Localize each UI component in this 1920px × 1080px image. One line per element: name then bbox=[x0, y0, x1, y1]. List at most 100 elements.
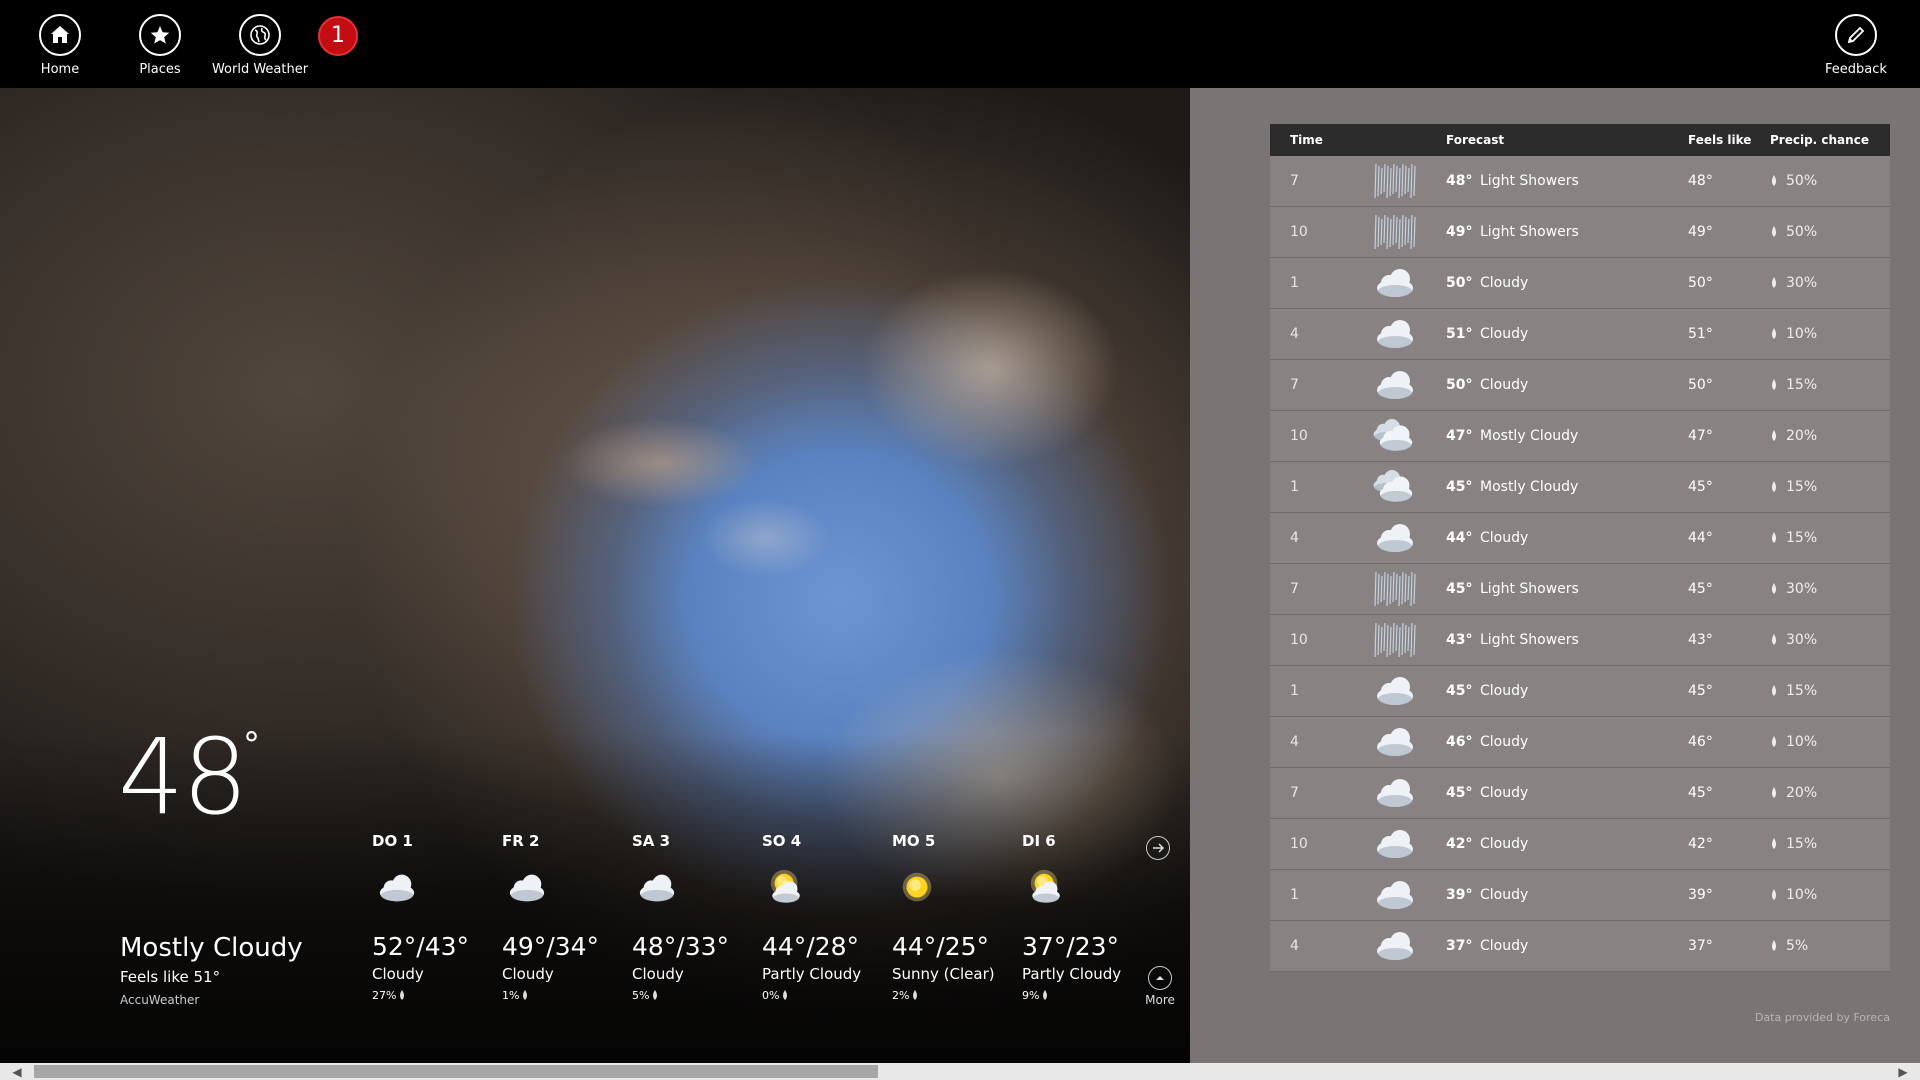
row-time: 10 bbox=[1290, 224, 1308, 240]
row-precip-value: 10% bbox=[1786, 326, 1818, 342]
partly-cloudy-icon bbox=[1022, 868, 1072, 908]
day-precip-value: 5% bbox=[632, 989, 650, 1002]
scroll-thumb[interactable] bbox=[34, 1065, 878, 1078]
places-button[interactable]: Places bbox=[110, 14, 210, 77]
home-icon bbox=[39, 14, 81, 56]
day-precip: 5% bbox=[632, 989, 752, 1002]
more-button[interactable]: More bbox=[1140, 966, 1180, 1007]
degree-symbol: ° bbox=[243, 725, 260, 765]
row-precip-value: 10% bbox=[1786, 734, 1818, 750]
current-conditions: 48 ° bbox=[118, 725, 260, 829]
daily-forecast-item[interactable]: DO 1 52°/43° Cloudy 27% bbox=[372, 832, 492, 1002]
raindrop-icon bbox=[1772, 634, 1776, 645]
row-condition: Mostly Cloudy bbox=[1480, 479, 1579, 495]
next-arrow-button[interactable] bbox=[1146, 836, 1170, 860]
row-condition: Cloudy bbox=[1480, 275, 1529, 291]
row-time: 4 bbox=[1290, 530, 1299, 546]
table-row: 4 37° Cloudy 37° 5% bbox=[1270, 921, 1890, 972]
row-precip: 30% bbox=[1770, 275, 1817, 291]
row-condition: Cloudy bbox=[1480, 377, 1529, 393]
day-temp-range: 49°/34° bbox=[502, 932, 600, 961]
day-temp-range: 48°/33° bbox=[632, 932, 730, 961]
raindrop-icon bbox=[783, 990, 788, 1000]
row-precip: 15% bbox=[1770, 530, 1817, 546]
raindrop-icon bbox=[1043, 990, 1048, 1000]
header-feels: Feels like bbox=[1688, 133, 1752, 147]
more-label: More bbox=[1145, 993, 1175, 1007]
row-condition: Cloudy bbox=[1480, 887, 1529, 903]
row-precip-value: 30% bbox=[1786, 581, 1818, 597]
day-precip-value: 0% bbox=[762, 989, 780, 1002]
cloudy-icon bbox=[1370, 925, 1420, 967]
row-precip: 10% bbox=[1770, 326, 1817, 342]
cloudy-icon bbox=[1370, 517, 1420, 559]
scroll-left-arrow-icon[interactable]: ◀ bbox=[0, 1063, 34, 1080]
day-temp-range: 44°/28° bbox=[762, 932, 860, 961]
row-feels-like: 44° bbox=[1688, 530, 1713, 546]
table-row: 10 47° Mostly Cloudy 47° 20% bbox=[1270, 411, 1890, 462]
row-temp: 46° bbox=[1446, 734, 1473, 750]
places-label: Places bbox=[139, 62, 181, 77]
world-weather-button[interactable]: World Weather bbox=[210, 14, 310, 77]
row-precip-value: 50% bbox=[1786, 173, 1818, 189]
table-row: 10 49° Light Showers 49° 50% bbox=[1270, 207, 1890, 258]
row-temp: 44° bbox=[1446, 530, 1473, 546]
row-time: 4 bbox=[1290, 938, 1299, 954]
table-row: 1 45° Mostly Cloudy 45° 15% bbox=[1270, 462, 1890, 513]
raindrop-icon bbox=[1772, 226, 1776, 237]
row-time: 7 bbox=[1290, 173, 1299, 189]
feedback-label: Feedback bbox=[1825, 62, 1887, 77]
cloudy-icon bbox=[1370, 313, 1420, 355]
day-name: SA 3 bbox=[632, 832, 671, 850]
pencil-icon bbox=[1835, 14, 1877, 56]
row-precip-value: 20% bbox=[1786, 428, 1818, 444]
cloudy-icon bbox=[1370, 670, 1420, 712]
day-name: DI 6 bbox=[1022, 832, 1056, 850]
row-feels-like: 51° bbox=[1688, 326, 1713, 342]
day-name: FR 2 bbox=[502, 832, 540, 850]
row-time: 4 bbox=[1290, 734, 1299, 750]
raindrop-icon bbox=[1772, 940, 1776, 951]
data-provider[interactable]: Data provided by Foreca bbox=[1755, 1011, 1890, 1024]
day-name: MO 5 bbox=[892, 832, 936, 850]
row-temp: 48° bbox=[1446, 173, 1473, 189]
row-condition: Light Showers bbox=[1480, 173, 1579, 189]
row-precip: 50% bbox=[1770, 224, 1817, 240]
row-temp: 45° bbox=[1446, 785, 1473, 801]
notification-badge[interactable]: 1 bbox=[318, 16, 358, 56]
row-condition: Cloudy bbox=[1480, 326, 1529, 342]
provider-label[interactable]: AccuWeather bbox=[120, 993, 199, 1007]
row-temp: 37° bbox=[1446, 938, 1473, 954]
table-body: 7 48° Light Showers 48° 50% 10 49° Light… bbox=[1270, 156, 1890, 972]
raindrop-icon bbox=[400, 990, 405, 1000]
raindrop-icon bbox=[523, 990, 528, 1000]
day-precip-value: 1% bbox=[502, 989, 520, 1002]
daily-forecast-item[interactable]: MO 5 44°/25° Sunny (Clear) 2% bbox=[892, 832, 1012, 1002]
row-condition: Cloudy bbox=[1480, 836, 1529, 852]
chevron-up-icon bbox=[1148, 966, 1172, 990]
row-feels-like: 42° bbox=[1688, 836, 1713, 852]
row-temp: 42° bbox=[1446, 836, 1473, 852]
feedback-button[interactable]: Feedback bbox=[1806, 14, 1906, 77]
day-condition: Partly Cloudy bbox=[1022, 965, 1122, 983]
table-row: 7 45° Light Showers 45° 30% bbox=[1270, 564, 1890, 615]
row-temp: 39° bbox=[1446, 887, 1473, 903]
cloudy-icon bbox=[1370, 823, 1420, 865]
home-button[interactable]: Home bbox=[10, 14, 110, 77]
globe-icon bbox=[239, 14, 281, 56]
daily-forecast-item[interactable]: FR 2 49°/34° Cloudy 1% bbox=[502, 832, 622, 1002]
row-feels-like: 45° bbox=[1688, 581, 1713, 597]
row-precip: 50% bbox=[1770, 173, 1817, 189]
cloudy-icon bbox=[1370, 364, 1420, 406]
raindrop-icon bbox=[1772, 532, 1776, 543]
row-temp: 49° bbox=[1446, 224, 1473, 240]
row-condition: Cloudy bbox=[1480, 938, 1529, 954]
daily-forecast-item[interactable]: SA 3 48°/33° Cloudy 5% bbox=[632, 832, 752, 1002]
daily-forecast-item[interactable]: SO 4 44°/28° Partly Cloudy 0% bbox=[762, 832, 882, 1002]
feels-like: Feels like 51° bbox=[120, 968, 221, 986]
horizontal-scrollbar[interactable]: ◀ ▶ bbox=[0, 1063, 1920, 1080]
daily-forecast-item[interactable]: DI 6 37°/23° Partly Cloudy 9% bbox=[1022, 832, 1142, 1002]
raindrop-icon bbox=[1772, 838, 1776, 849]
scroll-right-arrow-icon[interactable]: ▶ bbox=[1886, 1063, 1920, 1080]
row-time: 10 bbox=[1290, 836, 1308, 852]
